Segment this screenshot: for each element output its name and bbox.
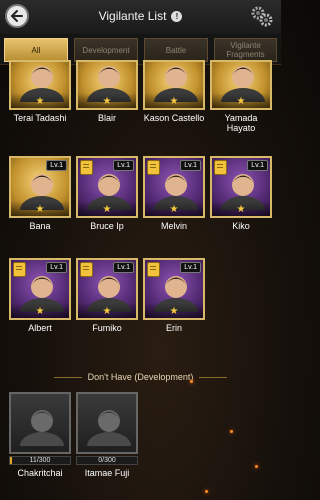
tab-label: All [31, 45, 41, 55]
vigilante-card-locked[interactable]: 11/300 Chakritchai [9, 392, 71, 478]
tab-battle[interactable]: Battle [144, 38, 208, 62]
portrait-frame: Lv.1 ★ [143, 156, 205, 218]
page-title: Vigilante List [98, 9, 167, 23]
vigilante-card[interactable]: Lv.1 ★ Melvin [143, 156, 205, 231]
ember-particle [205, 490, 208, 493]
star-icon: ★ [169, 306, 179, 317]
section-title-dont-have: Don't Have (Development) [0, 372, 281, 382]
fragment-document-icon [147, 160, 160, 175]
level-badge: Lv.1 [180, 160, 201, 171]
level-badge: Lv.1 [247, 160, 268, 171]
portrait-frame: Lv.1 ★ [9, 258, 71, 320]
ember-particle [230, 430, 233, 433]
star-rating: ★ [145, 93, 203, 108]
vigilante-name: Albert [28, 323, 52, 333]
portrait-frame: Lv.1 ★ [9, 156, 71, 218]
page-title-area: Vigilante List ! [0, 9, 281, 23]
vigilante-card[interactable]: ★ Terai Tadashi [9, 60, 71, 123]
vigilante-name: Terai Tadashi [13, 113, 67, 123]
portrait-frame: ★ [210, 60, 272, 110]
vigilante-name: Kason Castello [143, 113, 205, 123]
star-icon: ★ [35, 306, 45, 317]
star-icon: ★ [236, 96, 246, 107]
progress-text: 0/300 [98, 457, 116, 464]
progress-text: 11/300 [29, 457, 51, 464]
info-icon[interactable]: ! [171, 10, 183, 22]
vigilante-card[interactable]: Lv.1 ★ Bruce Ip [76, 156, 138, 231]
fragment-document-icon [80, 262, 93, 277]
portrait-frame: Lv.1 ★ [143, 258, 205, 320]
vigilante-name: Kiko [232, 221, 250, 231]
portrait-frame: ★ [76, 60, 138, 110]
vigilante-card[interactable]: Lv.1 ★ Fumiko [76, 258, 138, 333]
fragment-progress-bar: 11/300 [9, 456, 71, 465]
level-badge: Lv.1 [113, 160, 134, 171]
gear-icon[interactable] [250, 4, 274, 28]
fragment-document-icon [13, 262, 26, 277]
vigilante-card[interactable]: Lv.1 ★ Albert [9, 258, 71, 333]
star-rating: ★ [78, 93, 136, 108]
portrait-frame: ★ [9, 60, 71, 110]
tab-development[interactable]: Development [74, 38, 138, 62]
character-portrait [20, 410, 64, 446]
vigilante-name: Melvin [160, 221, 187, 231]
star-icon: ★ [102, 204, 112, 215]
level-badge: Lv.1 [46, 160, 67, 171]
level-badge: Lv.1 [113, 262, 134, 273]
star-rating: ★ [11, 201, 69, 216]
ember-particle [255, 465, 258, 468]
portrait-frame [9, 392, 71, 454]
star-rating: ★ [11, 303, 69, 318]
vigilante-card[interactable]: ★ Yamada Hayato [210, 60, 272, 133]
level-badge: Lv.1 [180, 262, 201, 273]
portrait-frame: Lv.1 ★ [76, 156, 138, 218]
star-icon: ★ [169, 204, 179, 215]
star-icon: ★ [35, 96, 45, 107]
character-portrait [87, 410, 131, 446]
tab-label: Vigilante Fragments [226, 41, 265, 59]
fragment-progress-bar: 0/300 [76, 456, 138, 465]
tab-label: Development [82, 45, 130, 55]
star-rating: ★ [145, 201, 203, 216]
star-rating: ★ [78, 303, 136, 318]
star-rating: ★ [78, 201, 136, 216]
vigilante-card[interactable]: ★ Blair [76, 60, 138, 123]
vigilante-name: Yamada Hayato [224, 113, 258, 133]
tab-label: Battle [165, 45, 187, 55]
star-rating: ★ [212, 201, 270, 216]
vigilante-card[interactable]: Lv.1 ★ Kiko [210, 156, 272, 231]
portrait-frame: ★ [143, 60, 205, 110]
vigilante-name: Blair [97, 113, 116, 123]
star-icon: ★ [102, 96, 112, 107]
fragment-document-icon [147, 262, 160, 277]
portrait-frame: Lv.1 ★ [76, 258, 138, 320]
fragment-document-icon [214, 160, 227, 175]
portrait-frame [76, 392, 138, 454]
vigilante-card[interactable]: ★ Kason Castello [143, 60, 205, 123]
portrait-frame: Lv.1 ★ [210, 156, 272, 218]
vigilante-name: Itamae Fuji [84, 468, 130, 478]
star-icon: ★ [169, 96, 179, 107]
level-badge: Lv.1 [46, 262, 67, 273]
vigilante-name: Erin [165, 323, 182, 333]
tab-all[interactable]: All [4, 38, 68, 62]
vigilante-name: Bana [29, 221, 51, 231]
vigilante-card[interactable]: Lv.1 ★ Erin [143, 258, 205, 333]
vigilante-card[interactable]: Lv.1 ★ Bana [9, 156, 71, 231]
star-rating: ★ [11, 93, 69, 108]
top-bar: Vigilante List ! [0, 0, 281, 34]
star-icon: ★ [35, 204, 45, 215]
vigilante-name: Bruce Ip [90, 221, 124, 231]
vigilante-name: Fumiko [92, 323, 122, 333]
ember-particle [190, 380, 193, 383]
vigilante-name: Chakritchai [17, 468, 63, 478]
fragment-document-icon [80, 160, 93, 175]
vigilante-card-locked[interactable]: 0/300 Itamae Fuji [76, 392, 138, 478]
star-icon: ★ [236, 204, 246, 215]
star-rating: ★ [212, 93, 270, 108]
star-rating: ★ [145, 303, 203, 318]
tab-vigilante-fragments[interactable]: Vigilante Fragments [214, 38, 277, 62]
star-icon: ★ [102, 306, 112, 317]
